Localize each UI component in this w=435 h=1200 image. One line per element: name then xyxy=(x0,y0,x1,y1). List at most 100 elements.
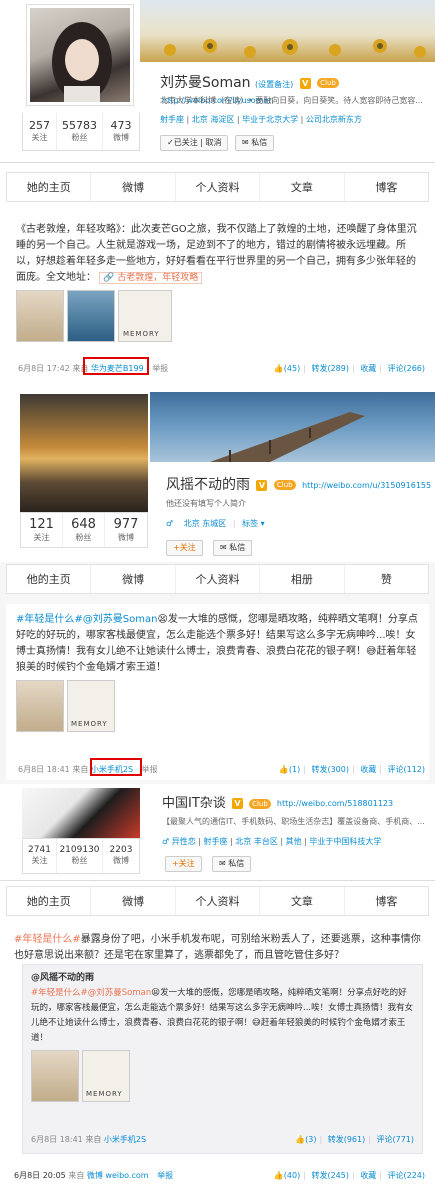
tab-blog[interactable]: 博客 xyxy=(345,173,428,201)
tab-likes[interactable]: 赞 xyxy=(345,565,428,593)
tag-item[interactable]: 北京 海淀区 xyxy=(192,115,235,124)
post-image[interactable] xyxy=(16,290,64,342)
post-image[interactable] xyxy=(16,680,64,732)
tab-home[interactable]: 她的主页 xyxy=(7,173,92,201)
repost-button[interactable]: 转发(961) xyxy=(328,1135,366,1144)
tab-weibo[interactable]: 微博 xyxy=(91,887,176,915)
like-button[interactable]: 👍(45) xyxy=(274,364,300,373)
tab-profile[interactable]: 个人资料 xyxy=(176,887,261,915)
repost-button[interactable]: 转发(245) xyxy=(311,1171,349,1180)
favorite-button[interactable]: 收藏 xyxy=(360,1171,376,1180)
topic-link[interactable]: #年轻是什么# xyxy=(14,934,81,945)
tag-item[interactable]: 射手座 xyxy=(160,115,184,124)
tab-home[interactable]: 她的主页 xyxy=(7,887,92,915)
post-image[interactable] xyxy=(31,1050,79,1102)
thumb-up-icon: 👍 xyxy=(278,765,289,774)
stat-following[interactable]: 121 关注 xyxy=(21,513,63,547)
message-button[interactable]: ✉ 私信 xyxy=(235,135,275,151)
profile-url[interactable]: http://weibo.com/u/3150916155 xyxy=(302,481,431,490)
check-icon: ✓ xyxy=(167,138,174,147)
avatar[interactable] xyxy=(22,788,140,838)
post-image[interactable]: MEMORY xyxy=(67,680,115,732)
via-label: 来自 xyxy=(72,765,89,774)
comment-button[interactable]: 评论(224) xyxy=(387,1171,425,1180)
post-image[interactable] xyxy=(67,290,115,342)
topic-link[interactable]: #年轻是什么# xyxy=(16,614,83,625)
like-button[interactable]: 👍(1) xyxy=(279,765,300,774)
stat-posts[interactable]: 473 微博 xyxy=(103,113,139,150)
tag-item[interactable]: 毕业于中国科技大学 xyxy=(309,837,381,846)
emoji-icon: 😅 xyxy=(252,1018,261,1028)
post-actions: 👍(1) | 转发(300) | 收藏 | 评论(112) xyxy=(278,765,425,774)
message-button[interactable]: ✉ 私信 xyxy=(213,540,253,556)
tab-weibo[interactable]: 微博 xyxy=(91,173,176,201)
tag-item[interactable]: 北京 丰台区 xyxy=(235,837,278,846)
stat-followers[interactable]: 55783 粉丝 xyxy=(57,113,103,150)
comment-button[interactable]: 评论(266) xyxy=(387,364,425,373)
stat-posts[interactable]: 2203 微博 xyxy=(103,839,139,873)
repost-button[interactable]: 转发(289) xyxy=(311,364,349,373)
topic-link[interactable]: #年轻是什么# xyxy=(31,988,88,998)
mention-link[interactable]: @刘苏曼Soman xyxy=(83,614,158,625)
post-meta: 6月8日 20:05 来自 微博 weibo.com 举报 xyxy=(14,1170,173,1181)
tab-profile[interactable]: 个人资料 xyxy=(176,173,261,201)
like-button[interactable]: 👍(40) xyxy=(274,1171,300,1180)
user-name[interactable]: 风摇不动的雨 xyxy=(166,477,250,493)
follow-status-button[interactable]: ✓已关注 | 取消 xyxy=(160,135,229,151)
tag-item[interactable]: 其他 xyxy=(286,837,302,846)
profile-url[interactable]: http://weibo.com/518801123 xyxy=(277,799,393,808)
stat-posts[interactable]: 977 微博 xyxy=(105,513,147,547)
comment-button[interactable]: 评论(771) xyxy=(376,1135,414,1144)
post-image[interactable]: MEMORY xyxy=(118,290,172,342)
stat-following[interactable]: 2741 关注 xyxy=(23,839,57,873)
post-image[interactable]: MEMORY xyxy=(82,1050,130,1102)
verified-v-icon: V xyxy=(299,77,311,89)
user-name[interactable]: 中国IT杂谈 xyxy=(162,796,226,811)
message-button[interactable]: ✉ 私信 xyxy=(212,856,252,872)
mail-icon: ✉ xyxy=(242,138,252,147)
post-time[interactable]: 6月8日 18:41 xyxy=(31,1135,83,1144)
tag-item[interactable]: 射手座 xyxy=(204,837,228,846)
tag-dropdown[interactable]: 标签 ▾ xyxy=(242,519,265,528)
report-link[interactable]: 举报 xyxy=(157,1171,173,1180)
tab-home[interactable]: 他的主页 xyxy=(7,565,92,593)
favorite-button[interactable]: 收藏 xyxy=(360,765,376,774)
like-button[interactable]: 👍(3) xyxy=(295,1135,316,1144)
tag-item[interactable]: 毕业于北京大学 xyxy=(242,115,298,124)
avatar[interactable] xyxy=(30,8,130,102)
post-time[interactable]: 6月8日 17:42 xyxy=(18,364,70,373)
tab-weibo[interactable]: 微博 xyxy=(91,565,176,593)
repost-button[interactable]: 转发(300) xyxy=(311,765,349,774)
emoji-icon: 😅 xyxy=(366,646,377,657)
tab-articles[interactable]: 文章 xyxy=(260,173,345,201)
report-link[interactable]: 举报 xyxy=(152,364,168,373)
user-name[interactable]: 刘苏曼Soman xyxy=(160,75,251,91)
comment-button[interactable]: 评论(112) xyxy=(387,765,425,774)
tab-articles[interactable]: 文章 xyxy=(260,887,345,915)
post-time[interactable]: 6月8日 18:41 xyxy=(18,765,70,774)
profile-tags: 射手座 | 北京 海淀区 | 毕业于北京大学 | 公司北京新东方 xyxy=(160,115,362,124)
tag-item[interactable]: 异性恋 xyxy=(172,837,196,846)
report-link[interactable]: 举报 xyxy=(142,765,158,774)
remark-link[interactable]: (设置备注) xyxy=(255,80,293,89)
tag-item[interactable]: 公司北京新东方 xyxy=(306,115,362,124)
tab-blog[interactable]: 博客 xyxy=(345,887,428,915)
follow-button[interactable]: +关注 xyxy=(165,856,202,872)
stat-followers[interactable]: 2109130 粉丝 xyxy=(57,839,103,873)
post-source[interactable]: 小米手机2S xyxy=(104,1135,146,1144)
post-time[interactable]: 6月8日 20:05 xyxy=(14,1171,66,1180)
tab-profile[interactable]: 个人资料 xyxy=(176,565,261,593)
profile-tabs: 她的主页 微博 个人资料 文章 博客 xyxy=(6,886,429,916)
mention-link[interactable]: @刘苏曼Soman xyxy=(88,988,151,998)
stat-followers[interactable]: 648 粉丝 xyxy=(63,513,105,547)
repost-author[interactable]: @风摇不动的雨 xyxy=(31,971,414,986)
avatar-portrait-graphic xyxy=(52,22,112,102)
tab-album[interactable]: 相册 xyxy=(260,565,345,593)
article-link[interactable]: 🔗 古老敦煌，年轻攻略 xyxy=(99,272,203,284)
follow-button[interactable]: +关注 xyxy=(166,540,203,556)
post-images: MEMORY xyxy=(16,680,419,732)
stat-following[interactable]: 257 关注 xyxy=(23,113,57,150)
favorite-button[interactable]: 收藏 xyxy=(360,364,376,373)
avatar[interactable] xyxy=(20,394,148,512)
post-source[interactable]: 微博 weibo.com xyxy=(87,1171,149,1180)
